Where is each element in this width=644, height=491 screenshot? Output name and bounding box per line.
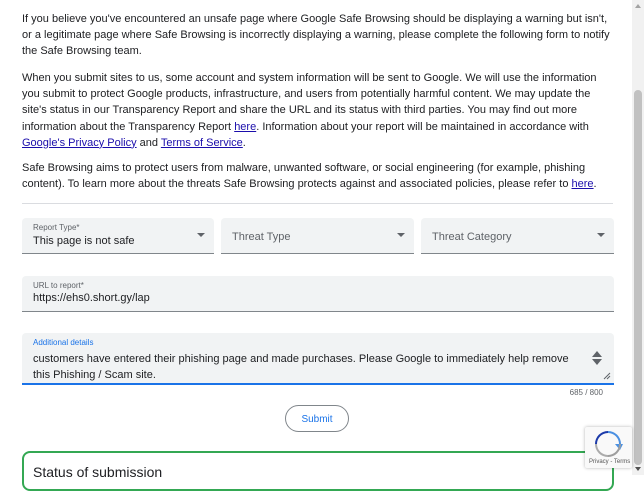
recaptcha-logo-icon bbox=[595, 431, 623, 457]
dropdown-arrow-icon bbox=[597, 233, 605, 237]
report-type-select[interactable]: Report Type* This page is not safe bbox=[22, 218, 214, 254]
recaptcha-links[interactable]: Privacy - Terms bbox=[589, 459, 630, 465]
submit-button[interactable]: Submit bbox=[285, 405, 349, 432]
dropdown-arrow-icon bbox=[397, 233, 405, 237]
privacy-policy-link[interactable]: Google's Privacy Policy bbox=[22, 137, 137, 149]
url-value: https://ehs0.short.gy/lap bbox=[33, 292, 150, 304]
additional-details-value: customers have entered their phishing pa… bbox=[33, 353, 569, 381]
threat-type-placeholder: Threat Type bbox=[232, 231, 291, 243]
text: . Information about your report will be … bbox=[256, 120, 589, 133]
text: . bbox=[242, 136, 246, 149]
report-type-value: This page is not safe bbox=[33, 235, 135, 247]
additional-details-textarea[interactable]: Additional details customers have entere… bbox=[22, 333, 614, 385]
scroll-down-icon[interactable] bbox=[635, 467, 641, 471]
section-divider bbox=[22, 203, 613, 204]
threat-category-placeholder: Threat Category bbox=[432, 231, 512, 243]
threats-policy-link[interactable]: here bbox=[572, 178, 594, 190]
intro-paragraph-2: When you submit sites to us, some accoun… bbox=[22, 70, 614, 151]
text: Safe Browsing aims to protect users from… bbox=[22, 162, 586, 191]
scroll-up-icon[interactable] bbox=[635, 4, 641, 8]
threat-category-select[interactable]: Threat Category bbox=[421, 218, 614, 254]
status-of-submission-panel: Status of submission bbox=[22, 451, 614, 491]
intro-paragraph-1: If you believe you've encountered an uns… bbox=[22, 13, 610, 58]
threat-type-select[interactable]: Threat Type bbox=[221, 218, 414, 254]
dropdown-arrow-icon bbox=[197, 233, 205, 237]
recaptcha-badge[interactable]: Privacy - Terms bbox=[585, 427, 632, 468]
report-type-label: Report Type* bbox=[33, 223, 80, 232]
spinner-arrows-icon[interactable] bbox=[591, 350, 603, 366]
additional-details-label: Additional details bbox=[33, 338, 94, 347]
text: . bbox=[593, 178, 597, 191]
resize-handle-icon[interactable] bbox=[603, 372, 611, 380]
text: and bbox=[136, 136, 161, 149]
url-field[interactable]: URL to report* https://ehs0.short.gy/lap bbox=[22, 276, 614, 312]
intro-paragraph-3: Safe Browsing aims to protect users from… bbox=[22, 160, 614, 192]
status-title: Status of submission bbox=[33, 464, 163, 480]
transparency-report-link[interactable]: here bbox=[234, 121, 256, 133]
url-label: URL to report* bbox=[33, 281, 84, 290]
terms-of-service-link[interactable]: Terms of Service bbox=[161, 137, 243, 149]
character-counter: 685 / 800 bbox=[569, 388, 603, 397]
scrollbar[interactable] bbox=[632, 0, 644, 475]
scrollbar-thumb[interactable] bbox=[634, 90, 642, 465]
